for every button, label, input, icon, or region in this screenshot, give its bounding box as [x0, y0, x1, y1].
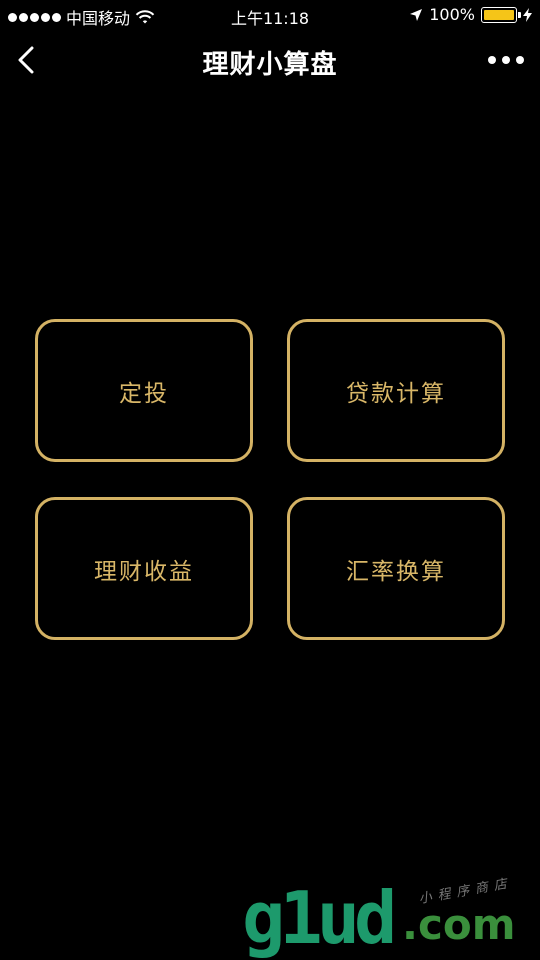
tile-label: 定投 [119, 380, 169, 407]
status-bar: 中国移动 上午11:18 100% [0, 0, 540, 30]
battery-fill [484, 9, 514, 20]
app-screen: 中国移动 上午11:18 100% 理财小算盘 定投 贷款计算 理财收益 汇率换… [0, 0, 540, 960]
more-dots-icon [488, 56, 496, 64]
tile-currency-exchange[interactable]: 汇率换算 [287, 497, 505, 640]
location-arrow-icon [410, 8, 423, 21]
watermark-logo: g1ud [242, 876, 397, 960]
tile-label: 理财收益 [94, 558, 194, 585]
charging-bolt-icon [523, 7, 532, 22]
tile-fixed-investment[interactable]: 定投 [35, 319, 253, 462]
battery-icon [481, 6, 521, 23]
tile-label: 汇率换算 [346, 558, 446, 585]
more-button[interactable] [486, 44, 526, 76]
nav-bar: 理财小算盘 [0, 30, 540, 90]
tile-label: 贷款计算 [346, 380, 446, 407]
watermark-suffix: .com [402, 900, 516, 949]
tile-investment-return[interactable]: 理财收益 [35, 497, 253, 640]
watermark: g1ud .com 小程序商店 [236, 876, 536, 960]
status-right: 100% [409, 5, 532, 24]
page-title: 理财小算盘 [202, 50, 338, 80]
tile-loan-calculator[interactable]: 贷款计算 [287, 319, 505, 462]
battery-percent: 100% [429, 5, 475, 24]
